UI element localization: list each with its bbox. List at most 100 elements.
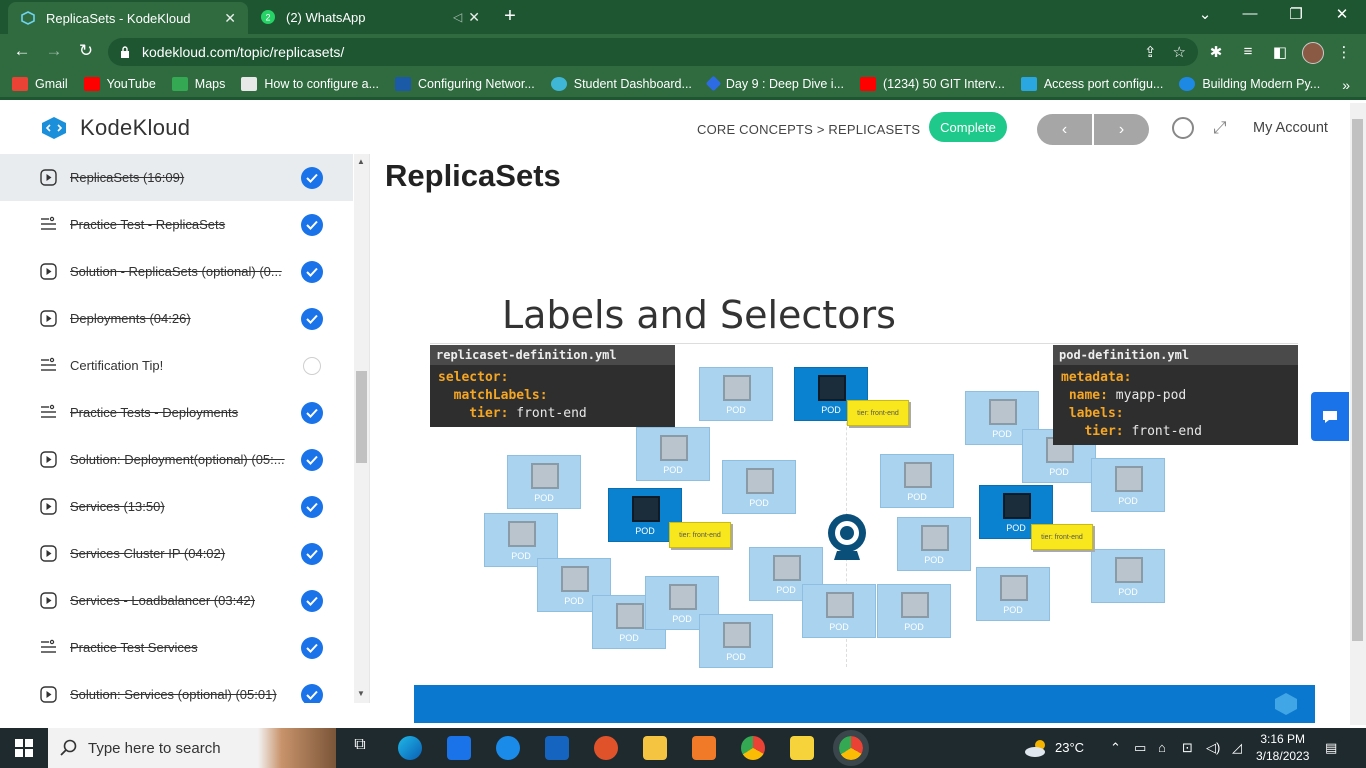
play-icon	[40, 169, 57, 186]
completed-check-icon[interactable]	[301, 307, 323, 330]
incomplete-circle-icon[interactable]	[303, 356, 321, 375]
page-scrollbar[interactable]	[1350, 103, 1366, 725]
minimize-button[interactable]: —	[1238, 5, 1262, 22]
chrome-icon[interactable]	[741, 736, 765, 760]
profile-avatar[interactable]	[1302, 42, 1324, 64]
close-window-button[interactable]: ✕	[1330, 5, 1354, 23]
lesson-item[interactable]: Services (13:50)	[0, 483, 353, 530]
close-tab-icon[interactable]: ✕	[224, 10, 236, 27]
lesson-item[interactable]: ReplicaSets (16:09)	[0, 154, 353, 201]
completed-check-icon[interactable]	[301, 636, 323, 659]
previous-lesson-button[interactable]: ‹	[1037, 114, 1092, 145]
lesson-item[interactable]: Practice Test - ReplicaSets	[0, 201, 353, 248]
lesson-slide[interactable]: Labels and Selectors POD POD POD POD POD POD P…	[414, 287, 1315, 723]
weather-icon[interactable]	[1024, 738, 1050, 758]
completed-check-icon[interactable]	[301, 683, 323, 703]
lesson-item[interactable]: Solution: Services (optional) (05:01)	[0, 671, 353, 703]
lesson-item[interactable]: Solution: Deployment(optional) (05:...	[0, 436, 353, 483]
battery-icon[interactable]: ▭	[1134, 740, 1146, 756]
back-button[interactable]: ←	[11, 41, 33, 61]
app-icon[interactable]	[594, 736, 618, 760]
mute-icon[interactable]: ◁	[453, 10, 462, 24]
fullscreen-icon[interactable]: ⤢	[1213, 118, 1227, 138]
network-icon[interactable]: ⌂	[1158, 740, 1166, 755]
tab-search-icon[interactable]: ⌄	[1193, 5, 1217, 23]
taskbar-search-box[interactable]: Type here to search	[48, 728, 336, 768]
extensions-icon[interactable]: ✱	[1206, 43, 1226, 61]
bookmark-star-icon[interactable]: ☆	[1173, 43, 1186, 61]
restore-button[interactable]: ❐	[1284, 5, 1308, 23]
completed-check-icon[interactable]	[301, 166, 323, 189]
next-lesson-button[interactable]: ›	[1094, 114, 1149, 145]
app-icon[interactable]	[496, 736, 520, 760]
forward-button[interactable]: →	[43, 41, 65, 61]
usb-icon[interactable]: ⊡	[1182, 740, 1193, 756]
bookmark-building-modern[interactable]: Building Modern Py...	[1179, 76, 1320, 91]
scrollbar-thumb[interactable]	[356, 371, 367, 463]
completed-check-icon[interactable]	[301, 542, 323, 565]
share-icon[interactable]: ⇪	[1144, 43, 1157, 61]
wifi-icon[interactable]: ◿	[1232, 740, 1242, 756]
dark-mode-toggle-icon[interactable]	[1172, 117, 1194, 139]
windows-start-icon[interactable]	[15, 739, 33, 757]
completed-check-icon[interactable]	[301, 401, 323, 424]
sticky-notes-icon[interactable]	[790, 736, 814, 760]
completed-check-icon[interactable]	[301, 495, 323, 518]
reading-list-icon[interactable]: ≡	[1238, 43, 1258, 60]
side-panel-icon[interactable]: ◧	[1270, 43, 1290, 61]
reload-button[interactable]: ↻	[75, 41, 97, 61]
bookmark-day-9[interactable]: Day 9 : Deep Dive i...	[705, 75, 844, 92]
more-bookmarks-icon[interactable]: »	[1342, 77, 1350, 93]
bookmark-youtube[interactable]: YouTube	[83, 76, 156, 91]
completed-check-icon[interactable]	[301, 448, 323, 471]
show-hidden-icons-icon[interactable]: ⌃	[1110, 740, 1121, 756]
python-icon	[669, 584, 697, 610]
mail-icon[interactable]	[545, 736, 569, 760]
sidebar-scrollbar[interactable]: ▲ ▼	[354, 154, 369, 703]
address-bar[interactable]: kodekloud.com/topic/replicasets/ ⇪ ☆	[108, 38, 1198, 66]
bookmark-how-to-configure[interactable]: How to configure a...	[241, 76, 379, 91]
menu-icon[interactable]: ⋮	[1334, 43, 1354, 61]
play-icon	[40, 545, 57, 562]
scroll-up-icon[interactable]: ▲	[357, 157, 365, 166]
lesson-item[interactable]: Solution - ReplicaSets (optional) (0...	[0, 248, 353, 295]
app-icon[interactable]	[692, 736, 716, 760]
chat-button[interactable]	[1311, 392, 1349, 441]
bookmark-student-dashboard[interactable]: Student Dashboard...	[550, 76, 692, 91]
play-icon	[40, 451, 57, 468]
pod-label: POD	[1118, 587, 1138, 597]
bookmark-git-interview[interactable]: (1234) 50 GIT Interv...	[860, 76, 1005, 91]
scrollbar-thumb[interactable]	[1352, 119, 1363, 641]
task-view-icon[interactable]: ⧉	[348, 736, 372, 760]
lesson-item[interactable]: Services Cluster IP (04:02)	[0, 530, 353, 577]
chrome-active-icon[interactable]	[833, 730, 869, 766]
scroll-down-icon[interactable]: ▼	[357, 689, 365, 698]
complete-button[interactable]: Complete	[929, 112, 1007, 142]
file-explorer-icon[interactable]	[643, 736, 667, 760]
lesson-item[interactable]: Certification Tip!	[0, 342, 353, 389]
completed-check-icon[interactable]	[301, 213, 323, 236]
system-clock[interactable]: 3:16 PM 3/18/2023	[1256, 731, 1309, 765]
bookmark-gmail[interactable]: Gmail	[12, 76, 68, 91]
lesson-item[interactable]: Practice Test Services	[0, 624, 353, 671]
tab-whatsapp[interactable]: 2 (2) WhatsApp ◁ ✕	[250, 0, 490, 34]
bookmark-configuring-network[interactable]: Configuring Networ...	[395, 76, 535, 91]
edge-icon[interactable]	[398, 736, 422, 760]
store-icon[interactable]	[447, 736, 471, 760]
volume-icon[interactable]: ◁)	[1206, 740, 1220, 756]
close-tab-icon[interactable]: ✕	[468, 9, 480, 26]
lesson-item[interactable]: Practice Tests - Deployments	[0, 389, 353, 436]
weather-temperature[interactable]: 23°C	[1055, 740, 1084, 755]
lesson-item[interactable]: Deployments (04:26)	[0, 295, 353, 342]
completed-check-icon[interactable]	[301, 589, 323, 612]
completed-check-icon[interactable]	[301, 260, 323, 283]
lesson-item[interactable]: Services - Loadbalancer (03:42)	[0, 577, 353, 624]
kodekloud-logo[interactable]: KodeKloud	[34, 115, 190, 141]
new-tab-button[interactable]: +	[498, 5, 522, 28]
bookmark-access-port[interactable]: Access port configu...	[1020, 76, 1163, 91]
notifications-icon[interactable]: ▤	[1325, 740, 1337, 756]
python-icon	[904, 462, 932, 488]
tab-replicasets[interactable]: ReplicaSets - KodeKloud ✕	[8, 2, 248, 34]
bookmark-maps[interactable]: Maps	[171, 76, 225, 91]
my-account-link[interactable]: My Account	[1253, 120, 1328, 136]
